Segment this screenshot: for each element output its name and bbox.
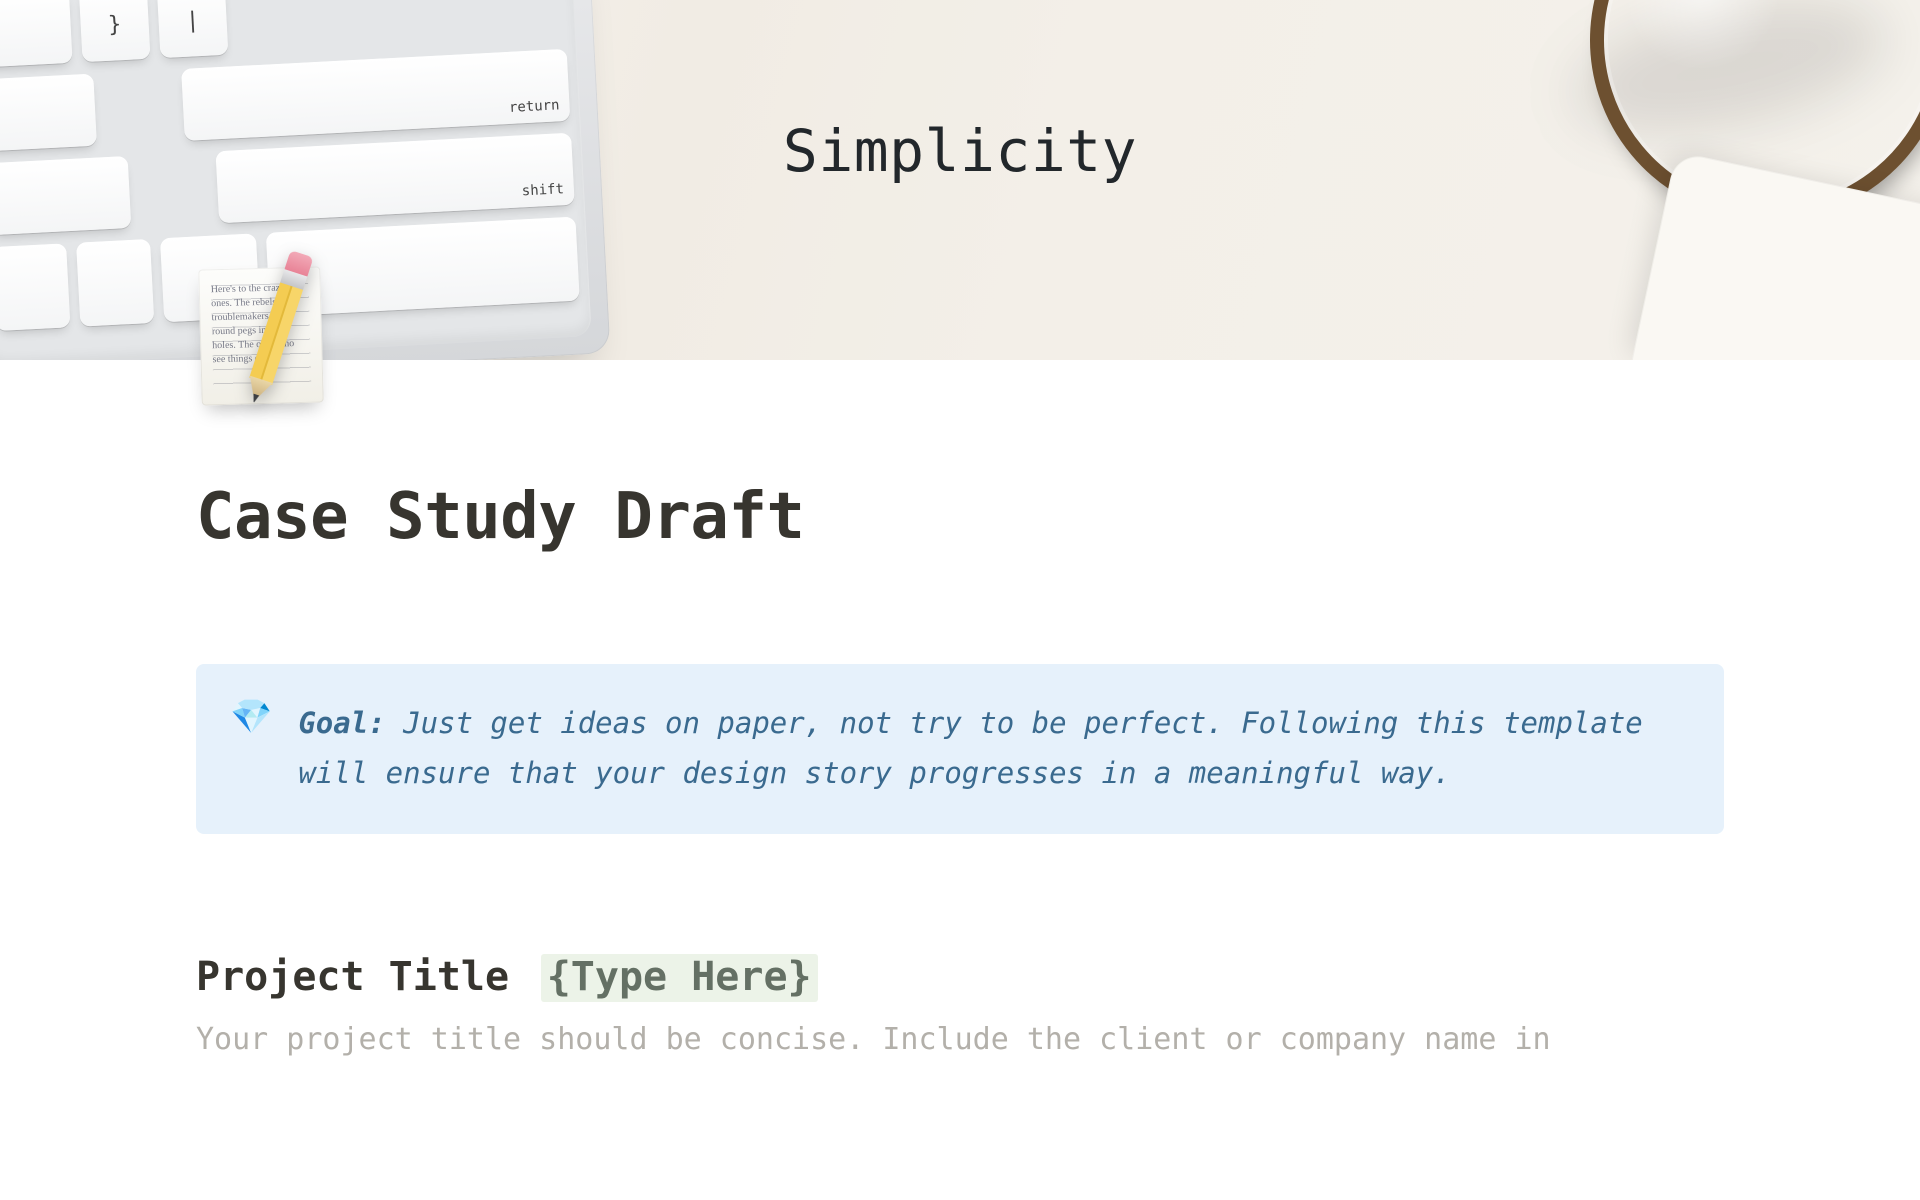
key-shift-left — [0, 156, 131, 235]
key-option — [76, 239, 154, 327]
goal-text: Goal: Just get ideas on paper, not try t… — [298, 698, 1680, 798]
project-title-input[interactable]: {Type Here} — [541, 954, 818, 1002]
page-title[interactable]: Case Study Draft — [196, 480, 1724, 554]
goal-label: Goal: — [298, 706, 385, 740]
cover-title: Simplicity — [783, 117, 1137, 185]
key-pipe: | — [157, 0, 229, 58]
key-caps — [0, 74, 97, 152]
project-title-section: Project Title {Type Here} Your project t… — [196, 954, 1724, 1057]
key-ctrl — [0, 243, 70, 331]
key-tab — [0, 0, 73, 67]
memo-pencil-icon[interactable]: Here's to the crazy ones. The rebels. Th… — [196, 264, 326, 414]
project-title-heading: Project Title — [196, 954, 509, 1000]
key-brace: } — [79, 0, 151, 62]
project-title-help: Your project title should be concise. In… — [196, 1022, 1724, 1057]
goal-callout[interactable]: 💎 Goal: Just get ideas on paper, not try… — [196, 664, 1724, 834]
page-content: Case Study Draft 💎 Goal: Just get ideas … — [196, 480, 1724, 1057]
goal-body: Just get ideas on paper, not try to be p… — [298, 706, 1642, 790]
gem-icon: 💎 — [230, 700, 272, 734]
